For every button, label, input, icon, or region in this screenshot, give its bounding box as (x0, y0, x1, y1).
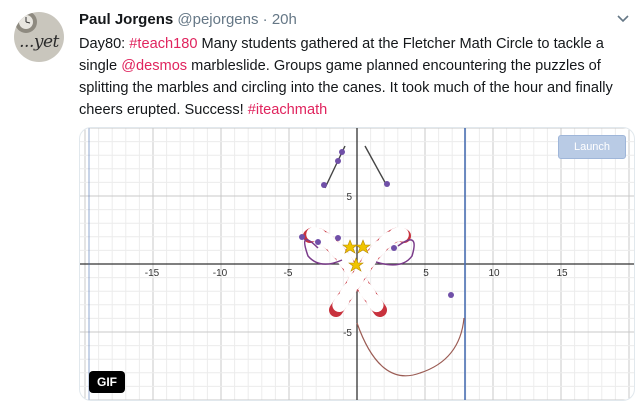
x-tick-label: -5 (284, 268, 293, 279)
tweet-header: Paul Jorgens @pejorgens · 20h (79, 11, 612, 31)
mention-desmos[interactable]: @desmos (121, 58, 187, 74)
tweet-text-part1: Day80: (79, 36, 130, 52)
marble (384, 181, 390, 187)
marble (335, 235, 341, 241)
launch-button[interactable]: Launch (558, 135, 626, 159)
x-tick-label: -15 (145, 268, 160, 279)
marble (321, 182, 327, 188)
marble (315, 239, 321, 245)
tweet-media-gif[interactable]: -15 -10 -5 5 10 15 5 -5 Launch GIF (79, 127, 635, 401)
avatar-text: ...yet (19, 32, 59, 52)
x-tick-label: 15 (556, 268, 568, 279)
x-tick-label: -10 (213, 268, 228, 279)
y-tick-label: 5 (346, 192, 352, 203)
tweet-timestamp[interactable]: 20h (272, 11, 297, 28)
chevron-down-icon[interactable] (616, 12, 630, 26)
header-separator: · (262, 11, 268, 28)
marble (335, 158, 341, 164)
hashtag-iteachmath[interactable]: #iteachmath (248, 102, 328, 118)
tweet-text: Day80: #teach180 Many students gathered … (79, 33, 631, 121)
hashtag-teach180[interactable]: #teach180 (129, 36, 197, 52)
marble (448, 292, 454, 298)
x-tick-label: 5 (423, 268, 429, 279)
avatar[interactable]: ...yet (14, 12, 64, 62)
marble (391, 245, 397, 251)
x-tick-label: 10 (488, 268, 500, 279)
author-name[interactable]: Paul Jorgens (79, 11, 173, 28)
gif-badge: GIF (89, 371, 125, 393)
bottom-curve (356, 317, 465, 377)
author-handle[interactable]: @pejorgens (177, 11, 258, 28)
y-tick-label: -5 (343, 328, 352, 339)
desmos-graph: -15 -10 -5 5 10 15 5 -5 (80, 128, 634, 400)
marble (339, 149, 345, 155)
marble (299, 234, 305, 240)
